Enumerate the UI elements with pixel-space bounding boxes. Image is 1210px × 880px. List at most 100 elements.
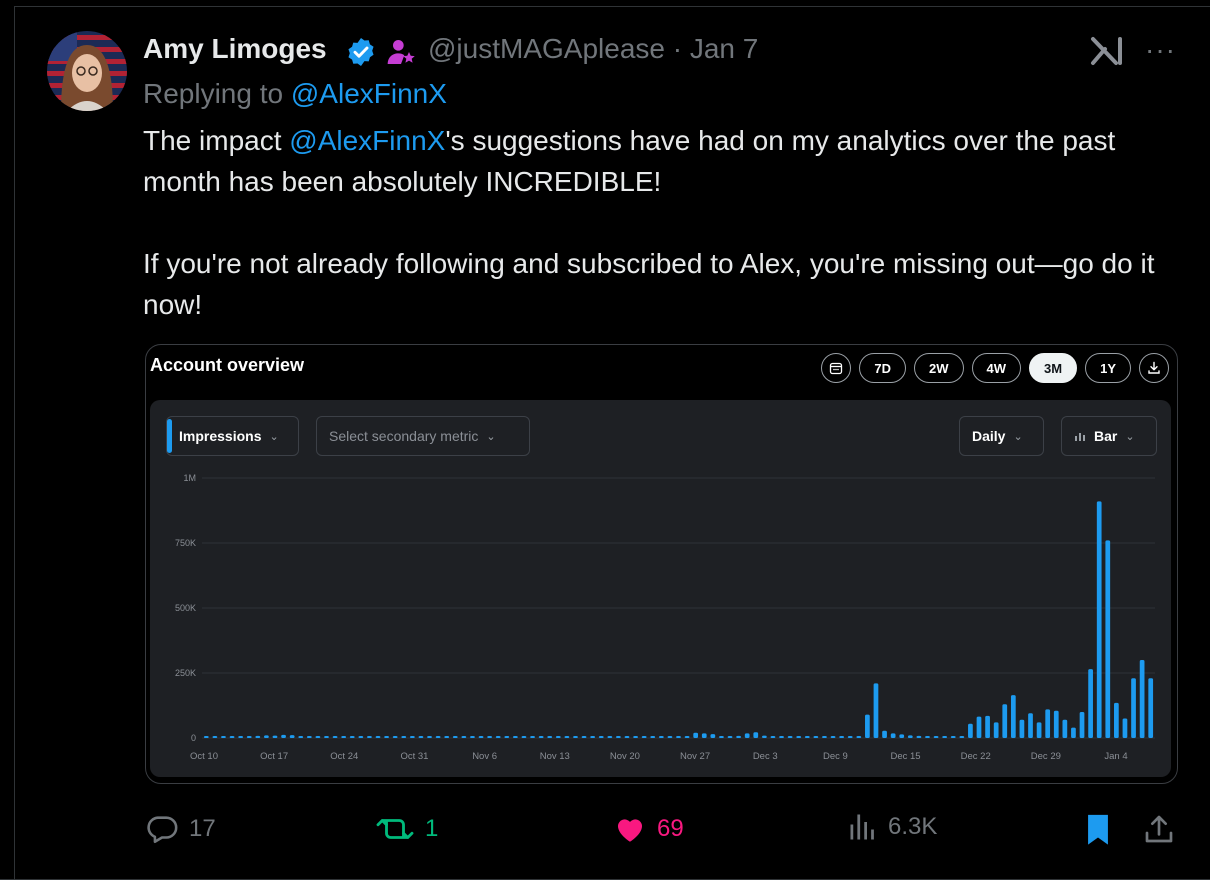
impressions-bar[interactable] bbox=[787, 736, 793, 738]
impressions-bar[interactable] bbox=[985, 715, 990, 738]
impressions-bar[interactable] bbox=[693, 732, 699, 738]
impressions-bar[interactable] bbox=[555, 736, 561, 738]
impressions-bar[interactable] bbox=[899, 734, 905, 738]
impressions-bar[interactable] bbox=[298, 736, 304, 738]
impressions-bar[interactable] bbox=[427, 736, 432, 738]
impressions-bar[interactable] bbox=[1122, 718, 1128, 739]
bookmark-button[interactable] bbox=[1082, 812, 1114, 846]
range-7d-button[interactable]: 7D bbox=[859, 353, 907, 383]
grok-icon[interactable] bbox=[1090, 36, 1124, 71]
calendar-icon[interactable] bbox=[821, 353, 852, 383]
impressions-bar[interactable] bbox=[1002, 704, 1008, 738]
verified-badge-icon[interactable] bbox=[345, 36, 377, 73]
impressions-bar[interactable] bbox=[246, 736, 252, 738]
impressions-bar[interactable] bbox=[418, 736, 424, 738]
impressions-bar[interactable] bbox=[513, 736, 518, 738]
impressions-bar[interactable] bbox=[676, 736, 681, 738]
impressions-bar[interactable] bbox=[856, 736, 862, 738]
impressions-bar[interactable] bbox=[478, 736, 484, 738]
impressions-bar[interactable] bbox=[392, 736, 398, 738]
impressions-bar[interactable] bbox=[1105, 540, 1111, 738]
impressions-bar[interactable] bbox=[435, 736, 441, 738]
impressions-bar[interactable] bbox=[873, 683, 879, 738]
impressions-bar[interactable] bbox=[933, 736, 939, 738]
impressions-bar[interactable] bbox=[289, 735, 295, 738]
impressions-bar[interactable] bbox=[564, 736, 570, 738]
impressions-bar[interactable] bbox=[349, 736, 355, 738]
impressions-bar[interactable] bbox=[461, 736, 467, 738]
impressions-bar[interactable] bbox=[401, 736, 407, 738]
impressions-bar[interactable] bbox=[890, 733, 896, 738]
handle-and-date[interactable]: @justMAGAplease · Jan 7 bbox=[428, 33, 758, 65]
interval-dropdown[interactable]: Daily ⌄ bbox=[959, 416, 1044, 456]
impressions-bar[interactable] bbox=[590, 736, 596, 738]
impressions-bar[interactable] bbox=[641, 736, 647, 738]
impressions-bar[interactable] bbox=[968, 723, 973, 738]
impressions-bar[interactable] bbox=[822, 736, 827, 738]
impressions-bar[interactable] bbox=[324, 736, 329, 738]
impressions-bar[interactable] bbox=[495, 736, 501, 738]
impressions-bar[interactable] bbox=[332, 736, 338, 738]
impressions-bar[interactable] bbox=[616, 736, 621, 738]
impressions-bar[interactable] bbox=[1045, 709, 1051, 738]
impressions-bar[interactable] bbox=[779, 736, 784, 738]
impressions-bar[interactable] bbox=[238, 736, 243, 738]
impressions-bar[interactable] bbox=[1114, 702, 1119, 738]
impressions-bar[interactable] bbox=[701, 733, 707, 738]
replying-mention-link[interactable]: @AlexFinnX bbox=[291, 78, 447, 109]
impressions-bar[interactable] bbox=[358, 736, 364, 738]
impressions-bar[interactable] bbox=[607, 736, 613, 738]
impressions-bar[interactable] bbox=[719, 736, 724, 738]
impressions-bar[interactable] bbox=[1053, 710, 1059, 738]
range-4w-button[interactable]: 4W bbox=[971, 353, 1022, 383]
impressions-bar[interactable] bbox=[521, 736, 527, 738]
impressions-bar[interactable] bbox=[942, 736, 948, 738]
range-1y-button[interactable]: 1Y bbox=[1085, 353, 1131, 383]
impressions-bar[interactable] bbox=[1071, 727, 1076, 738]
impressions-bar[interactable] bbox=[538, 736, 544, 738]
analytics-image-card[interactable]: Account overview 7D 2W 4W 3M 1Y Impressi… bbox=[145, 344, 1178, 784]
impressions-bar[interactable] bbox=[504, 736, 510, 738]
secondary-metric-dropdown[interactable]: Select secondary metric ⌄ bbox=[316, 416, 530, 456]
impressions-bar[interactable] bbox=[487, 736, 492, 738]
impressions-bar[interactable] bbox=[667, 736, 673, 738]
impressions-bar[interactable] bbox=[384, 736, 389, 738]
impressions-bar[interactable] bbox=[1139, 660, 1145, 738]
impressions-bar[interactable] bbox=[813, 736, 819, 738]
impressions-bar[interactable] bbox=[882, 730, 887, 738]
impressions-bar[interactable] bbox=[770, 736, 776, 738]
impressions-bar[interactable] bbox=[547, 736, 553, 738]
impressions-bar[interactable] bbox=[684, 736, 690, 738]
impressions-bar[interactable] bbox=[470, 736, 475, 738]
impressions-bar[interactable] bbox=[959, 736, 965, 738]
impressions-bar[interactable] bbox=[658, 736, 664, 738]
impressions-bar[interactable] bbox=[221, 736, 226, 738]
impressions-bar[interactable] bbox=[212, 736, 218, 738]
impressions-bar[interactable] bbox=[847, 736, 853, 738]
more-options-icon[interactable]: ··· bbox=[1145, 34, 1176, 66]
impressions-bar[interactable] bbox=[744, 733, 750, 738]
impressions-bar[interactable] bbox=[1096, 501, 1102, 738]
impressions-bar[interactable] bbox=[993, 722, 999, 738]
impressions-bar[interactable] bbox=[1010, 695, 1016, 738]
views-button[interactable]: 6.3K bbox=[848, 812, 937, 842]
chart-type-dropdown[interactable]: Bar ⌄ bbox=[1061, 416, 1157, 456]
impressions-bar[interactable] bbox=[203, 736, 209, 738]
impressions-bar[interactable] bbox=[315, 736, 321, 738]
impressions-bar[interactable] bbox=[264, 735, 269, 738]
impressions-bar[interactable] bbox=[753, 732, 759, 738]
repost-button[interactable]: 1 bbox=[375, 812, 438, 846]
impressions-bar[interactable] bbox=[950, 736, 956, 738]
impressions-bar[interactable] bbox=[367, 736, 372, 738]
impressions-bar[interactable] bbox=[581, 736, 587, 738]
impressions-bar[interactable] bbox=[444, 736, 450, 738]
impressions-bar[interactable] bbox=[976, 716, 982, 738]
impressions-bar[interactable] bbox=[1036, 722, 1042, 738]
impressions-bar[interactable] bbox=[409, 736, 415, 738]
share-button[interactable] bbox=[1143, 812, 1175, 846]
impressions-bar[interactable] bbox=[804, 736, 810, 738]
impressions-bar[interactable] bbox=[1019, 719, 1025, 738]
impressions-bar[interactable] bbox=[710, 734, 716, 738]
impressions-bar[interactable] bbox=[624, 736, 630, 738]
mention-link[interactable]: @AlexFinnX bbox=[289, 125, 445, 156]
